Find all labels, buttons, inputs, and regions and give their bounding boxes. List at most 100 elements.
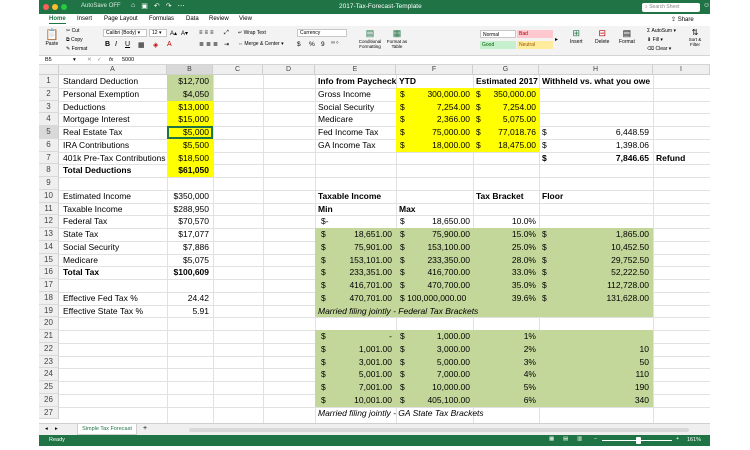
normal-view-icon[interactable]: ▦	[549, 436, 554, 442]
minimize-window-button[interactable]	[52, 4, 58, 10]
cell-b8[interactable]: $61,050	[167, 164, 209, 177]
cell-f4[interactable]: 2,366.00	[407, 113, 470, 126]
merge-center-button[interactable]: ⇔ Merge & Center ▾	[238, 41, 284, 47]
cell-b18[interactable]: 24.42	[167, 292, 209, 305]
table-cell-max[interactable]: 416,700.00	[407, 266, 470, 279]
row-header[interactable]: 23	[39, 355, 59, 369]
table-cell-rate[interactable]: 25.0%	[473, 241, 536, 254]
cell-b15[interactable]: $5,075	[167, 254, 209, 267]
format-as-table-button[interactable]: ▦ Format as Table	[386, 28, 408, 49]
underline-button[interactable]: U	[125, 41, 130, 48]
cell-f6[interactable]: 18,000.00	[407, 139, 470, 152]
table-cell-min[interactable]: 153,101.00	[329, 254, 392, 267]
cell-f1[interactable]: YTD	[399, 75, 416, 88]
row-header[interactable]: 13	[39, 228, 59, 241]
column-header-g[interactable]: G	[473, 65, 539, 75]
cell-a14[interactable]: Social Security	[63, 241, 119, 254]
ga-brackets-note[interactable]: Married filing jointly - GA State Tax Br…	[318, 407, 484, 420]
column-header-a[interactable]: A	[59, 65, 167, 75]
row-header[interactable]: 24	[39, 368, 59, 381]
cell-b19[interactable]: 5.91	[167, 305, 209, 318]
cell-a11[interactable]: Taxable Income	[63, 203, 123, 216]
cell-a1[interactable]: Standard Deduction	[63, 75, 138, 88]
clear-button[interactable]: ⌫ Clear ▾	[647, 46, 671, 52]
table-cell-rate[interactable]: 33.0%	[473, 266, 536, 279]
row-header[interactable]: 14	[39, 240, 59, 254]
cell-a16[interactable]: Total Tax	[63, 266, 99, 279]
cell-b12[interactable]: $70,570	[167, 215, 209, 228]
decimal-icons[interactable]: ⁰⁰ ⁰	[331, 41, 338, 47]
table-cell-max[interactable]: 470,700.00	[407, 279, 470, 292]
row-header[interactable]: 26	[39, 393, 59, 407]
style-bad[interactable]: Bad	[517, 30, 553, 38]
table-cell-rate[interactable]: 3%	[473, 356, 536, 369]
cell-f2[interactable]: 300,000.00	[407, 88, 470, 101]
column-header-h[interactable]: H	[539, 65, 653, 75]
row-header[interactable]: 22	[39, 342, 59, 356]
tab-home[interactable]: Home	[49, 16, 66, 24]
table-cell-min[interactable]: 1,001.00	[329, 343, 392, 356]
table-cell-max[interactable]: 18,650.00	[407, 215, 470, 228]
cell-e3[interactable]: Social Security	[318, 101, 374, 114]
zoom-window-button[interactable]	[61, 4, 67, 10]
column-header-f[interactable]: F	[396, 65, 473, 75]
account-icon[interactable]: ☺	[703, 2, 710, 9]
cell-b1[interactable]: $12,700	[167, 75, 209, 88]
cell-g6[interactable]: 18,475.00	[483, 139, 536, 152]
zoom-out-button[interactable]: −	[594, 436, 597, 442]
cell-a4[interactable]: Mortgage Interest	[63, 113, 130, 126]
zoom-level[interactable]: 161%	[687, 437, 701, 443]
row-header[interactable]: 27	[39, 406, 59, 420]
row-header[interactable]: 10	[39, 189, 59, 203]
cell-a15[interactable]: Medicare	[63, 254, 98, 267]
cell-b4[interactable]: $15,000	[167, 113, 209, 126]
table-cell-rate[interactable]: 2%	[473, 343, 536, 356]
row-header[interactable]: 20	[39, 317, 59, 330]
table-cell-rate[interactable]: 10.0%	[473, 215, 536, 228]
column-header-d[interactable]: D	[263, 65, 315, 75]
row-header[interactable]: 2	[39, 87, 59, 101]
undo-icon[interactable]: ↶	[154, 2, 160, 10]
cell-h1[interactable]: Withheld vs. what you owe	[542, 75, 650, 88]
prev-sheet-icon[interactable]: ◂	[45, 426, 48, 432]
cancel-entry-icon[interactable]: ✕	[87, 57, 92, 63]
tab-insert[interactable]: Insert	[77, 16, 92, 22]
cell-a6[interactable]: IRA Contributions	[63, 139, 129, 152]
cell-b14[interactable]: $7,886	[167, 241, 209, 254]
cell-e4[interactable]: Medicare	[318, 113, 353, 126]
search-sheet-input[interactable]: ⌕ Search Sheet	[642, 3, 700, 12]
cell-a8[interactable]: Total Deductions	[63, 164, 131, 177]
row-header[interactable]: 18	[39, 291, 59, 305]
table-cell-rate[interactable]: 1%	[473, 330, 536, 343]
tab-view[interactable]: View	[239, 16, 252, 22]
row-header[interactable]: 6	[39, 138, 59, 152]
cell-g3[interactable]: 7,254.00	[483, 101, 536, 114]
currency-button[interactable]: $	[297, 41, 301, 48]
copy-button[interactable]: ⧉ Copy	[66, 37, 83, 43]
cell-b6[interactable]: $5,500	[167, 139, 209, 152]
add-sheet-button[interactable]: +	[143, 425, 147, 432]
share-button[interactable]: ⇪ Share	[671, 16, 694, 23]
cell-g2[interactable]: 350,000.00	[483, 88, 536, 101]
cell-g4[interactable]: 5,075.00	[483, 113, 536, 126]
table-cell-rate[interactable]: 35.0%	[473, 279, 536, 292]
table-cell-max[interactable]: 3,000.00	[407, 343, 470, 356]
style-normal[interactable]: Normal	[480, 30, 516, 38]
row-header[interactable]: 25	[39, 381, 59, 394]
cell-b2[interactable]: $4,050	[167, 88, 209, 101]
cell-h7[interactable]: 7,846.65	[549, 152, 649, 165]
table-cell-min[interactable]: 10,001.00	[329, 394, 392, 407]
table-cell-min[interactable]: 416,701.00	[329, 279, 392, 292]
save-icon[interactable]: ▣	[141, 2, 148, 10]
table-cell-floor[interactable]: 131,628.00	[549, 292, 649, 305]
close-window-button[interactable]	[43, 4, 49, 10]
row-header[interactable]: 4	[39, 113, 59, 126]
table-cell-max[interactable]: 233,350.00	[407, 254, 470, 267]
federal-brackets-note[interactable]: Married filing jointly - Federal Tax Bra…	[318, 305, 478, 318]
cell-a7[interactable]: 401k Pre-Tax Contributions	[63, 152, 166, 165]
formula-input[interactable]: 5000	[122, 57, 134, 63]
table-cell-rate[interactable]: 6%	[473, 394, 536, 407]
row-header[interactable]: 7	[39, 151, 59, 165]
row-header[interactable]: 12	[39, 215, 59, 228]
align-left-icons[interactable]: ≣≣≣	[199, 41, 220, 48]
